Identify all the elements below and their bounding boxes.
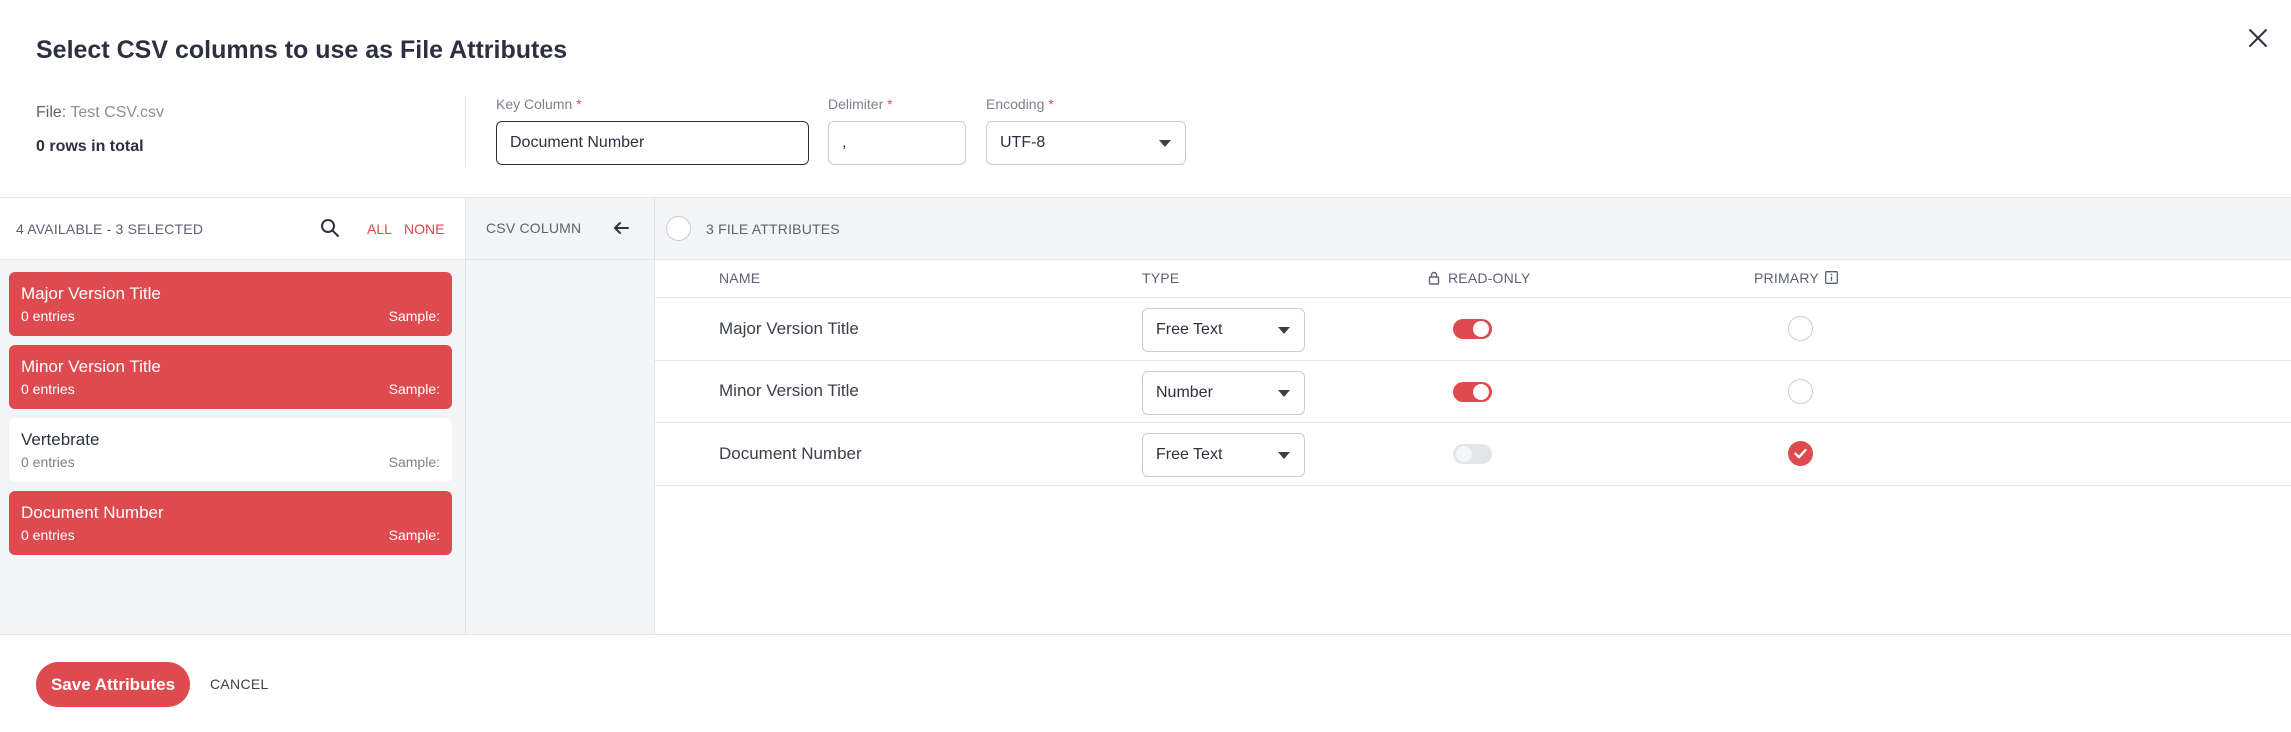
select-none-link[interactable]: NONE <box>404 221 444 237</box>
column-divider <box>654 197 655 635</box>
toggle-knob <box>1473 384 1489 400</box>
card-sample: Sample: <box>388 454 440 470</box>
attribute-name: Document Number <box>719 444 862 463</box>
check-icon <box>1794 448 1807 459</box>
delimiter-label: Delimiter * <box>828 96 893 112</box>
attribute-type-value: Number <box>1156 384 1213 401</box>
card-name: Vertebrate <box>21 430 100 449</box>
card-sample: Sample: <box>388 381 440 397</box>
required-mark: * <box>887 96 893 112</box>
chevron-down-icon <box>1278 390 1290 397</box>
select-all-link[interactable]: ALL <box>367 221 392 237</box>
csv-column-card[interactable]: Vertebrate 0 entries Sample: <box>9 418 452 482</box>
available-summary: 4 AVAILABLE - 3 SELECTED <box>16 221 204 237</box>
key-column-input[interactable]: Document Number <box>496 121 809 165</box>
arrow-left-icon[interactable] <box>612 219 630 237</box>
card-name: Minor Version Title <box>21 357 161 376</box>
toggle-knob <box>1473 321 1489 337</box>
column-header-read-only: READ-ONLY <box>1448 270 1531 286</box>
required-mark: * <box>576 96 582 112</box>
csv-column-card[interactable]: Major Version Title 0 entries Sample: <box>9 272 452 336</box>
attribute-type-value: Free Text <box>1156 321 1223 338</box>
csv-column-panel <box>466 260 654 635</box>
key-column-value: Document Number <box>510 134 645 151</box>
row-divider <box>655 485 2291 486</box>
file-label: File: <box>36 104 67 121</box>
card-sample: Sample: <box>388 527 440 543</box>
attribute-type-select[interactable]: Free Text <box>1142 308 1305 352</box>
column-header-name: NAME <box>719 270 761 286</box>
rows-total: 0 rows in total <box>36 138 144 155</box>
file-name: Test CSV.csv <box>70 104 165 121</box>
row-divider <box>655 297 2291 298</box>
primary-radio[interactable] <box>1788 441 1813 466</box>
csv-column-card[interactable]: Minor Version Title 0 entries Sample: <box>9 345 452 409</box>
attribute-type-select[interactable]: Number <box>1142 371 1305 415</box>
attribute-name: Major Version Title <box>719 319 859 338</box>
toggle-knob <box>1456 446 1472 462</box>
header-divider <box>465 96 466 166</box>
file-info: File: Test CSV.csv <box>36 104 164 122</box>
key-column-label: Key Column * <box>496 96 582 112</box>
csv-column-header: CSV COLUMN <box>486 220 582 236</box>
encoding-label: Encoding * <box>986 96 1054 112</box>
chevron-down-icon <box>1278 327 1290 334</box>
read-only-toggle[interactable] <box>1453 444 1492 464</box>
required-mark: * <box>1048 96 1054 112</box>
row-divider <box>655 422 2291 423</box>
lock-icon <box>1428 271 1440 285</box>
card-name: Major Version Title <box>21 284 161 303</box>
encoding-value: UTF-8 <box>1000 134 1046 151</box>
key-column-label-text: Key Column <box>496 96 573 112</box>
encoding-select[interactable]: UTF-8 <box>986 121 1186 165</box>
delimiter-label-text: Delimiter <box>828 96 884 112</box>
column-divider <box>465 197 466 635</box>
card-entries: 0 entries <box>21 308 75 324</box>
primary-radio[interactable] <box>1788 379 1813 404</box>
cancel-button[interactable]: CANCEL <box>210 676 269 692</box>
file-attributes-count: 3 FILE ATTRIBUTES <box>706 221 840 237</box>
footer-divider <box>0 634 2291 635</box>
chevron-down-icon <box>1159 140 1171 147</box>
info-icon[interactable] <box>1825 271 1838 284</box>
attribute-name: Minor Version Title <box>719 381 859 400</box>
column-header-type: TYPE <box>1142 270 1180 286</box>
save-attributes-button[interactable]: Save Attributes <box>36 662 190 707</box>
read-only-toggle[interactable] <box>1453 382 1492 402</box>
delimiter-input[interactable]: , <box>828 121 966 165</box>
attribute-type-value: Free Text <box>1156 446 1223 463</box>
primary-radio[interactable] <box>1788 316 1813 341</box>
row-divider <box>655 360 2291 361</box>
csv-column-card[interactable]: Document Number 0 entries Sample: <box>9 491 452 555</box>
card-entries: 0 entries <box>21 527 75 543</box>
card-name: Document Number <box>21 503 164 522</box>
search-icon[interactable] <box>320 218 340 238</box>
delimiter-value: , <box>842 134 847 151</box>
column-header-primary: PRIMARY <box>1754 270 1819 286</box>
encoding-label-text: Encoding <box>986 96 1045 112</box>
chevron-down-icon <box>1278 452 1290 459</box>
select-all-attributes-checkbox[interactable] <box>666 216 691 241</box>
attribute-type-select[interactable]: Free Text <box>1142 433 1305 477</box>
read-only-toggle[interactable] <box>1453 319 1492 339</box>
card-entries: 0 entries <box>21 454 75 470</box>
dialog-title: Select CSV columns to use as File Attrib… <box>36 36 568 64</box>
close-icon[interactable] <box>2246 26 2270 50</box>
card-entries: 0 entries <box>21 381 75 397</box>
card-sample: Sample: <box>388 308 440 324</box>
